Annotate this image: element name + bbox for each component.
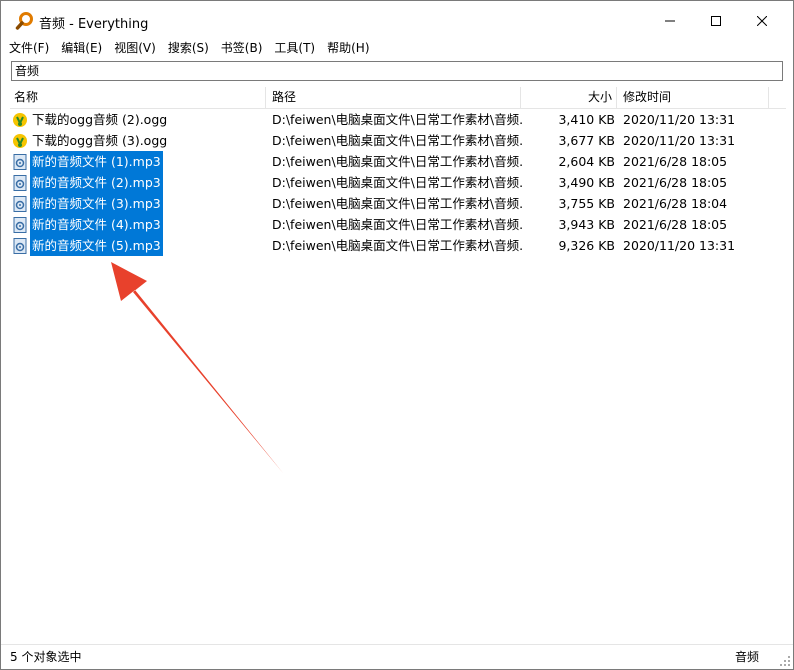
column-header-size[interactable]: 大小 [520, 85, 612, 109]
file-path: D:\feiwen\电脑桌面文件\日常工作素材\音频... [272, 217, 522, 232]
menu-view[interactable]: 视图(V) [108, 38, 162, 58]
status-bar: 5 个对象选中 音频 [1, 644, 793, 669]
maximize-icon [711, 16, 721, 26]
file-size: 3,490 KB [558, 175, 615, 190]
file-row[interactable]: 下载的ogg音频 (2).ogg D:\feiwen\电脑桌面文件\日常工作素材\… [10, 109, 786, 130]
file-modified: 2021/6/28 18:05 [623, 217, 728, 232]
title-bar[interactable]: 音频 - Everything [1, 1, 793, 41]
file-path: D:\feiwen\电脑桌面文件\日常工作素材\音频... [272, 133, 522, 148]
file-name: 下载的ogg音频 (2).ogg [32, 112, 168, 127]
file-modified: 2020/11/20 13:31 [623, 112, 736, 127]
file-name-cell[interactable]: 新的音频文件 (1).mp3 [12, 151, 163, 172]
file-name: 下载的ogg音频 (3).ogg [32, 133, 168, 148]
file-modified: 2021/6/28 18:05 [623, 154, 728, 169]
file-name: 新的音频文件 (2).mp3 [30, 172, 163, 193]
mp3-audio-file-icon [13, 153, 27, 170]
minimize-icon [665, 20, 675, 22]
menu-search[interactable]: 搜索(S) [162, 38, 215, 58]
file-row[interactable]: 新的音频文件 (4).mp3 D:\feiwen\电脑桌面文件\日常工作素材\音频… [10, 214, 786, 235]
menu-help[interactable]: 帮助(H) [321, 38, 375, 58]
file-path: D:\feiwen\电脑桌面文件\日常工作素材\音频... [272, 175, 522, 190]
file-modified: 2020/11/20 13:31 [623, 238, 736, 253]
file-size: 3,943 KB [558, 217, 615, 232]
file-name: 新的音频文件 (1).mp3 [30, 151, 163, 172]
file-name-cell[interactable]: 新的音频文件 (5).mp3 [12, 235, 163, 256]
file-row[interactable]: 下载的ogg音频 (3).ogg D:\feiwen\电脑桌面文件\日常工作素材\… [10, 130, 786, 151]
column-header-path[interactable]: 路径 [272, 85, 296, 109]
column-header-name[interactable]: 名称 [14, 85, 38, 109]
maximize-button[interactable] [693, 1, 739, 41]
selection-count: 5 个对象选中 [10, 650, 82, 664]
file-path: D:\feiwen\电脑桌面文件\日常工作素材\音频... [272, 154, 522, 169]
file-path: D:\feiwen\电脑桌面文件\日常工作素材\音频... [272, 112, 522, 127]
window-title: 音频 - Everything [39, 17, 149, 32]
file-path: D:\feiwen\电脑桌面文件\日常工作素材\音频... [272, 238, 522, 253]
results-list[interactable]: 名称 路径 大小 修改时间 下载的ogg音频 (2).ogg D:\feiwen\… [10, 85, 786, 643]
menu-bookmarks[interactable]: 书签(B) [215, 38, 269, 58]
file-name: 新的音频文件 (3).mp3 [30, 193, 163, 214]
file-size: 3,677 KB [558, 133, 615, 148]
menu-bar: 文件(F) 编辑(E) 视图(V) 搜索(S) 书签(B) 工具(T) 帮助(H) [1, 38, 793, 58]
ogg-audio-file-icon [13, 112, 27, 127]
column-divider[interactable] [768, 87, 769, 109]
menu-edit[interactable]: 编辑(E) [55, 38, 108, 58]
mp3-audio-file-icon [13, 174, 27, 191]
ogg-audio-file-icon [13, 133, 27, 148]
file-row[interactable]: 新的音频文件 (1).mp3 D:\feiwen\电脑桌面文件\日常工作素材\音频… [10, 151, 786, 172]
column-header-modified[interactable]: 修改时间 [623, 85, 671, 109]
everything-window: 音频 - Everything 文件(F) 编辑(E) 视图(V) 搜索(S) 书签(B… [0, 0, 794, 670]
file-size: 9,326 KB [558, 238, 615, 253]
file-name: 新的音频文件 (4).mp3 [30, 214, 163, 235]
resize-grip-icon[interactable] [779, 655, 791, 667]
file-size: 3,755 KB [558, 196, 615, 211]
file-name-cell[interactable]: 下载的ogg音频 (3).ogg [12, 130, 169, 151]
file-name-cell[interactable]: 新的音频文件 (4).mp3 [12, 214, 163, 235]
file-modified: 2020/11/20 13:31 [623, 133, 736, 148]
mp3-audio-file-icon [13, 216, 27, 233]
file-name-cell[interactable]: 新的音频文件 (3).mp3 [12, 193, 163, 214]
magnifier-app-icon [15, 12, 33, 30]
status-search-term: 音频 [735, 650, 760, 664]
mp3-audio-file-icon [13, 237, 27, 254]
column-header-row: 名称 路径 大小 修改时间 [10, 85, 786, 109]
file-size: 3,410 KB [558, 112, 615, 127]
mp3-audio-file-icon [13, 195, 27, 212]
file-modified: 2021/6/28 18:05 [623, 175, 728, 190]
file-modified: 2021/6/28 18:04 [623, 196, 728, 211]
search-input[interactable]: 音频 [11, 61, 783, 81]
file-row[interactable]: 新的音频文件 (3).mp3 D:\feiwen\电脑桌面文件\日常工作素材\音频… [10, 193, 786, 214]
file-row[interactable]: 新的音频文件 (5).mp3 D:\feiwen\电脑桌面文件\日常工作素材\音频… [10, 235, 786, 256]
minimize-button[interactable] [647, 1, 693, 41]
file-name: 新的音频文件 (5).mp3 [30, 235, 163, 256]
file-name-cell[interactable]: 新的音频文件 (2).mp3 [12, 172, 163, 193]
file-row[interactable]: 新的音频文件 (2).mp3 D:\feiwen\电脑桌面文件\日常工作素材\音频… [10, 172, 786, 193]
close-icon [757, 16, 767, 26]
close-button[interactable] [739, 1, 785, 41]
file-name-cell[interactable]: 下载的ogg音频 (2).ogg [12, 109, 169, 130]
file-size: 2,604 KB [558, 154, 615, 169]
file-path: D:\feiwen\电脑桌面文件\日常工作素材\音频... [272, 196, 522, 211]
menu-file[interactable]: 文件(F) [1, 38, 55, 58]
menu-tools[interactable]: 工具(T) [268, 38, 321, 58]
column-divider[interactable] [265, 87, 266, 109]
column-divider[interactable] [616, 87, 617, 109]
